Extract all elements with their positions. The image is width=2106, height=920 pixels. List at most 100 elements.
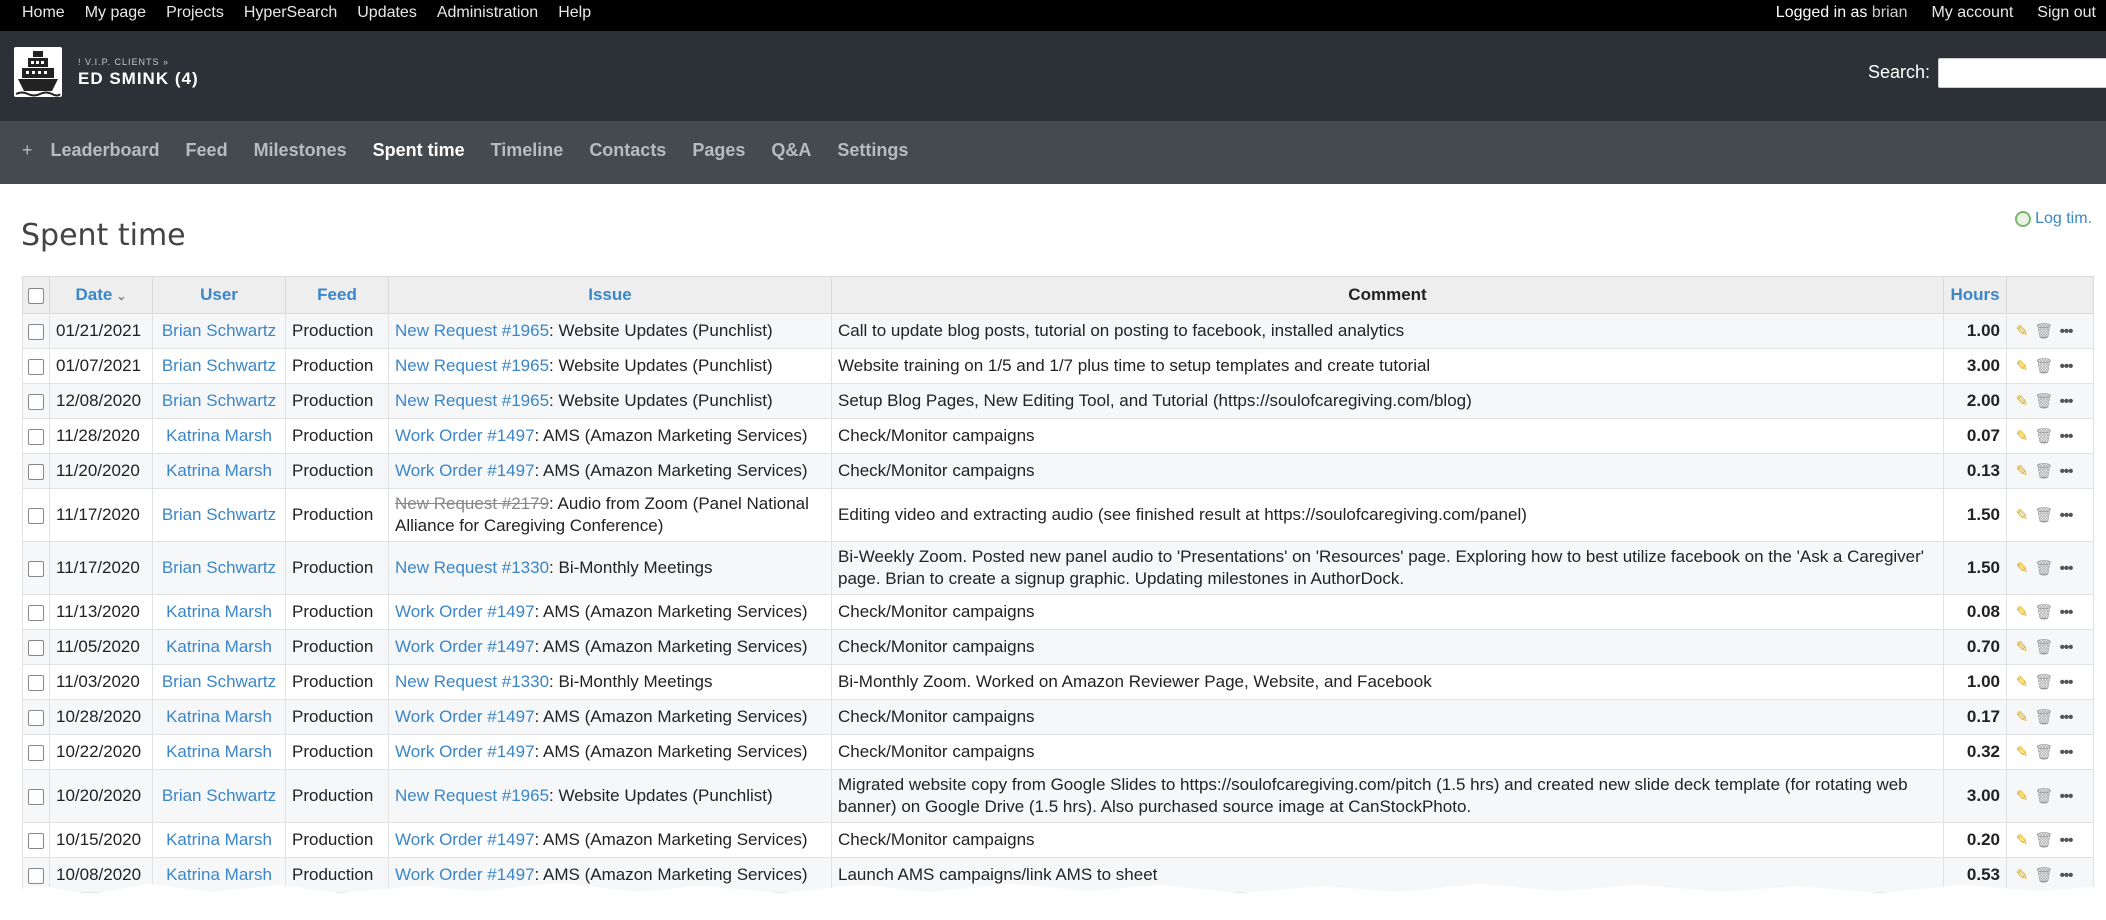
logged-in-user[interactable]: brian — [1872, 4, 1908, 21]
entry-user-link[interactable]: Brian Schwartz — [162, 321, 276, 340]
top-menu-updates[interactable]: Updates — [357, 4, 417, 22]
entry-user-link[interactable]: Katrina Marsh — [166, 742, 272, 761]
tab-spent-time[interactable]: Spent time — [373, 140, 465, 161]
top-menu-administration[interactable]: Administration — [437, 4, 538, 22]
top-menu-my-page[interactable]: My page — [85, 4, 146, 22]
issue-link[interactable]: Work Order #1497 — [395, 830, 535, 849]
pencil-icon[interactable]: ✎ — [2011, 461, 2033, 483]
row-checkbox[interactable] — [28, 832, 44, 849]
new-item-plus-button[interactable]: + — [22, 140, 33, 161]
pencil-icon[interactable]: ✎ — [2011, 830, 2033, 852]
trash-icon[interactable]: 🗑 — [2033, 786, 2055, 808]
issue-link[interactable]: Work Order #1497 — [395, 602, 535, 621]
more-icon[interactable]: ••• — [2055, 637, 2077, 659]
top-menu-help[interactable]: Help — [558, 4, 591, 22]
column-hours[interactable]: Hours — [1943, 276, 2007, 314]
pencil-icon[interactable]: ✎ — [2011, 637, 2033, 659]
trash-icon[interactable]: 🗑 — [2033, 707, 2055, 729]
trash-icon[interactable]: 🗑 — [2033, 742, 2055, 764]
row-checkbox[interactable] — [28, 674, 44, 691]
select-all-checkbox[interactable] — [28, 287, 44, 304]
entry-user-link[interactable]: Brian Schwartz — [162, 356, 276, 375]
more-icon[interactable]: ••• — [2055, 672, 2077, 694]
issue-link[interactable]: New Request #1965 — [395, 321, 549, 340]
more-icon[interactable]: ••• — [2055, 602, 2077, 624]
search-input[interactable] — [1938, 58, 2106, 88]
entry-user-link[interactable]: Brian Schwartz — [162, 505, 276, 524]
issue-link[interactable]: New Request #1965 — [395, 391, 549, 410]
tab-milestones[interactable]: Milestones — [254, 140, 347, 161]
issue-link[interactable]: New Request #1965 — [395, 356, 549, 375]
entry-user-link[interactable]: Katrina Marsh — [166, 707, 272, 726]
trash-icon[interactable]: 🗑 — [2033, 426, 2055, 448]
pencil-icon[interactable]: ✎ — [2011, 558, 2033, 580]
top-menu-hypersearch[interactable]: HyperSearch — [244, 4, 337, 22]
row-checkbox[interactable] — [28, 560, 44, 577]
tab-contacts[interactable]: Contacts — [589, 140, 666, 161]
pencil-icon[interactable]: ✎ — [2011, 505, 2033, 527]
row-checkbox[interactable] — [28, 323, 44, 340]
row-checkbox[interactable] — [28, 639, 44, 656]
issue-link[interactable]: New Request #1330 — [395, 672, 549, 691]
issue-link[interactable]: Work Order #1497 — [395, 461, 535, 480]
entry-user-link[interactable]: Brian Schwartz — [162, 558, 276, 577]
issue-link[interactable]: New Request #1965 — [395, 786, 549, 805]
more-icon[interactable]: ••• — [2055, 786, 2077, 808]
pencil-icon[interactable]: ✎ — [2011, 707, 2033, 729]
my-account-link[interactable]: My account — [1931, 4, 2013, 22]
row-checkbox[interactable] — [28, 428, 44, 445]
issue-link[interactable]: Work Order #1497 — [395, 426, 535, 445]
trash-icon[interactable]: 🗑 — [2033, 830, 2055, 852]
issue-link[interactable]: New Request #1330 — [395, 558, 549, 577]
row-checkbox[interactable] — [28, 507, 44, 524]
ship-logo-icon[interactable] — [14, 47, 62, 97]
trash-icon[interactable]: 🗑 — [2033, 672, 2055, 694]
entry-user-link[interactable]: Katrina Marsh — [166, 461, 272, 480]
row-checkbox[interactable] — [28, 358, 44, 375]
more-icon[interactable]: ••• — [2055, 391, 2077, 413]
entry-user-link[interactable]: Brian Schwartz — [162, 391, 276, 410]
row-checkbox[interactable] — [28, 744, 44, 761]
sign-out-link[interactable]: Sign out — [2037, 4, 2096, 22]
pencil-icon[interactable]: ✎ — [2011, 426, 2033, 448]
top-menu-projects[interactable]: Projects — [166, 4, 224, 22]
tab-timeline[interactable]: Timeline — [491, 140, 564, 161]
pencil-icon[interactable]: ✎ — [2011, 356, 2033, 378]
more-icon[interactable]: ••• — [2055, 461, 2077, 483]
trash-icon[interactable]: 🗑 — [2033, 602, 2055, 624]
entry-user-link[interactable]: Katrina Marsh — [166, 637, 272, 656]
more-icon[interactable]: ••• — [2055, 321, 2077, 343]
column-user[interactable]: User — [152, 276, 286, 314]
pencil-icon[interactable]: ✎ — [2011, 672, 2033, 694]
issue-link[interactable]: Work Order #1497 — [395, 637, 535, 656]
column-issue[interactable]: Issue — [388, 276, 832, 314]
tab-leaderboard[interactable]: Leaderboard — [51, 140, 160, 161]
trash-icon[interactable]: 🗑 — [2033, 321, 2055, 343]
entry-user-link[interactable]: Brian Schwartz — [162, 786, 276, 805]
row-checkbox[interactable] — [28, 604, 44, 621]
trash-icon[interactable]: 🗑 — [2033, 505, 2055, 527]
entry-user-link[interactable]: Katrina Marsh — [166, 830, 272, 849]
issue-link[interactable]: Work Order #1497 — [395, 742, 535, 761]
more-icon[interactable]: ••• — [2055, 558, 2077, 580]
issue-link[interactable]: New Request #2179 — [395, 494, 549, 513]
more-icon[interactable]: ••• — [2055, 742, 2077, 764]
column-feed[interactable]: Feed — [285, 276, 389, 314]
row-checkbox[interactable] — [28, 788, 44, 805]
tab-q-a[interactable]: Q&A — [771, 140, 811, 161]
trash-icon[interactable]: 🗑 — [2033, 356, 2055, 378]
trash-icon[interactable]: 🗑 — [2033, 461, 2055, 483]
entry-user-link[interactable]: Brian Schwartz — [162, 672, 276, 691]
row-checkbox[interactable] — [28, 393, 44, 410]
pencil-icon[interactable]: ✎ — [2011, 742, 2033, 764]
pencil-icon[interactable]: ✎ — [2011, 391, 2033, 413]
entry-user-link[interactable]: Katrina Marsh — [166, 602, 272, 621]
parent-project[interactable]: ! V.I.P. CLIENTS » — [78, 57, 169, 67]
top-menu-home[interactable]: Home — [22, 4, 65, 22]
pencil-icon[interactable]: ✎ — [2011, 786, 2033, 808]
column-date[interactable]: Date ⌄ — [49, 276, 153, 314]
trash-icon[interactable]: 🗑 — [2033, 558, 2055, 580]
tab-settings[interactable]: Settings — [837, 140, 908, 161]
more-icon[interactable]: ••• — [2055, 426, 2077, 448]
trash-icon[interactable]: 🗑 — [2033, 391, 2055, 413]
